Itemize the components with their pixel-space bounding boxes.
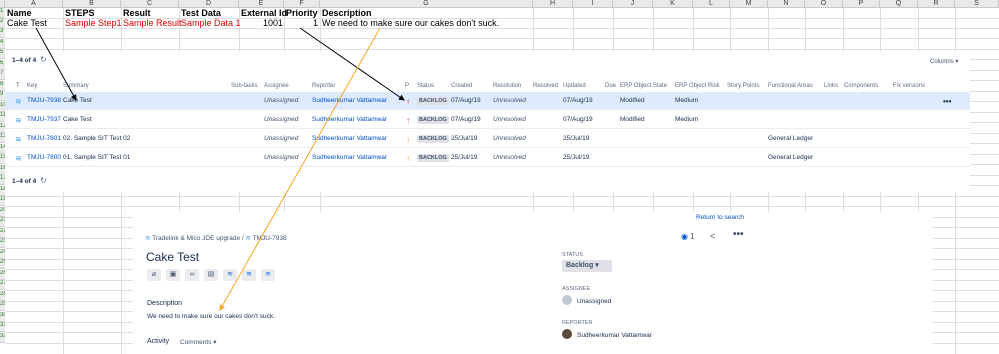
arrow-priority-to-p — [299, 27, 405, 101]
annotation-arrows — [35, 27, 405, 311]
arrow-name-to-summary — [35, 27, 77, 101]
arrow-description-to-detail — [219, 27, 381, 311]
